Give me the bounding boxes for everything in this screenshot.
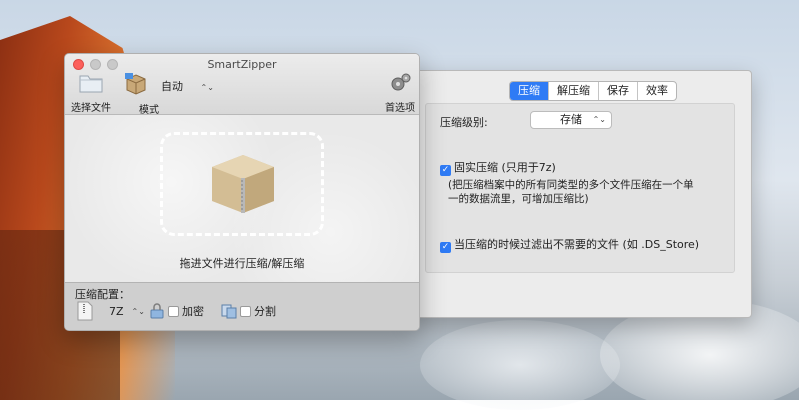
filter-files-label: 当压缩的时候过滤出不需要的文件 (如 .DS_Store) <box>454 238 700 251</box>
package-mode-icon <box>125 73 146 95</box>
window-title: SmartZipper <box>207 58 277 71</box>
solid-compression-checkbox[interactable]: ✓ <box>440 165 451 176</box>
smartzipper-window: SmartZipper 选择文件 模式 自动 ⌃⌄ 首选项 拖进文件进行压缩/解… <box>64 53 420 331</box>
compression-config-bar: 压缩配置： 7Z ⌃⌄ 加密 分割 <box>65 282 419 330</box>
preferences-button[interactable]: 首选项 <box>385 72 415 114</box>
mode-button[interactable]: 模式 <box>113 72 159 116</box>
wallpaper-cloud <box>420 320 620 410</box>
split-icon <box>221 304 237 319</box>
chevron-updown-icon: ⌃⌄ <box>592 115 606 124</box>
split-label: 分割 <box>254 305 276 318</box>
tab-efficiency[interactable]: 效率 <box>638 82 676 100</box>
lock-icon <box>150 303 164 319</box>
tab-save[interactable]: 保存 <box>599 82 638 100</box>
filter-files-checkbox[interactable]: ✓ <box>440 242 451 253</box>
format-select[interactable]: 7Z ⌃⌄ <box>77 301 145 321</box>
split-option[interactable]: 分割 <box>221 303 276 319</box>
tab-compress[interactable]: 压缩 <box>510 82 549 100</box>
mode-value: 自动 <box>161 80 183 93</box>
box-icon <box>212 155 274 213</box>
toolbar: SmartZipper 选择文件 模式 自动 ⌃⌄ 首选项 <box>65 54 419 116</box>
choose-file-label: 选择文件 <box>71 103 111 114</box>
preferences-tabs: 压缩 解压缩 保存 效率 <box>509 81 677 101</box>
compress-settings-panel: 压缩级别: 存储 ⌃⌄ ✓ 固实压缩 (只用于7z) (把压缩档案中的所有同类型的… <box>425 103 735 273</box>
drop-hint: 拖进文件进行压缩/解压缩 <box>179 257 305 270</box>
format-value: 7Z <box>109 304 124 318</box>
config-label: 压缩配置： <box>75 288 130 301</box>
mode-label: 模式 <box>139 105 159 116</box>
choose-file-button[interactable]: 选择文件 <box>71 72 111 114</box>
chevron-updown-icon: ⌃⌄ <box>131 306 145 316</box>
solid-compression-description: (把压缩档案中的所有同类型的多个文件压缩在一个单一的数据流里，可增加压缩比) <box>448 179 694 205</box>
solid-compression-option[interactable]: ✓ 固实压缩 (只用于7z) <box>440 159 556 176</box>
dropzone-frame[interactable] <box>160 132 324 236</box>
encrypt-checkbox[interactable] <box>168 305 179 317</box>
folder-icon <box>79 75 103 93</box>
mode-select[interactable]: 自动 ⌃⌄ <box>161 78 214 94</box>
solid-compression-label: 固实压缩 (只用于7z) <box>454 161 556 174</box>
compression-level-label: 压缩级别: <box>440 116 488 129</box>
zip-file-icon <box>77 301 93 321</box>
drop-area[interactable]: 拖进文件进行压缩/解压缩 <box>65 115 419 282</box>
encrypt-label: 加密 <box>182 305 204 318</box>
filter-files-option[interactable]: ✓ 当压缩的时候过滤出不需要的文件 (如 .DS_Store) <box>440 236 699 253</box>
preferences-window: 压缩 解压缩 保存 效率 压缩级别: 存储 ⌃⌄ ✓ 固实压缩 (只用于7z) (… <box>410 70 752 318</box>
compression-level-value: 存储 <box>560 113 582 126</box>
gear-icon <box>391 73 411 91</box>
tab-decompress[interactable]: 解压缩 <box>549 82 599 100</box>
compression-level-select[interactable]: 存储 ⌃⌄ <box>530 111 612 129</box>
encrypt-option[interactable]: 加密 <box>149 303 204 319</box>
chevron-updown-icon: ⌃⌄ <box>200 83 214 92</box>
preferences-label: 首选项 <box>385 103 415 114</box>
split-checkbox[interactable] <box>240 305 251 317</box>
